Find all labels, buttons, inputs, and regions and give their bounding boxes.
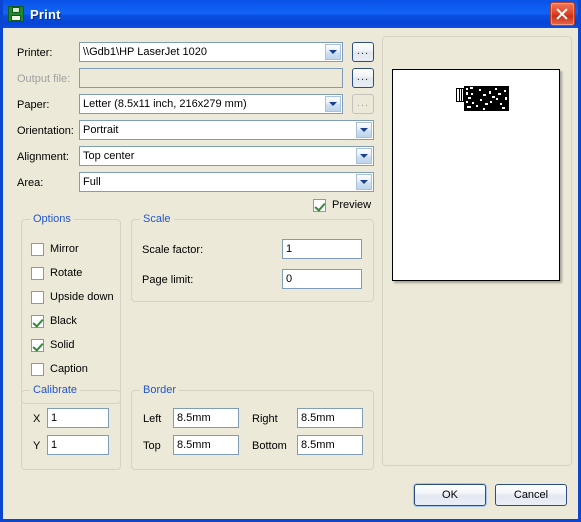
border-group-legend: Border — [140, 384, 180, 396]
print-dialog-window: Print Printer: \\Gdb1\HP LaserJet 1020 .… — [0, 0, 581, 522]
border-bottom-label: Bottom — [252, 440, 287, 452]
orientation-value: Portrait — [83, 124, 119, 136]
scale-group: Scale Scale factor: 1 Page limit: 0 — [131, 213, 374, 302]
paper-browse-button: ... — [352, 94, 374, 114]
output-file-input[interactable] — [79, 68, 343, 88]
preview-page — [392, 69, 560, 281]
paper-combobox[interactable]: Letter (8.5x11 inch, 216x279 mm) — [79, 94, 343, 114]
calibrate-y-label: Y — [33, 440, 41, 452]
preview-thumb-strip — [456, 88, 464, 102]
option-label: Black — [50, 315, 77, 327]
option-rotate[interactable]: Rotate — [31, 265, 82, 281]
printer-combobox[interactable]: \\Gdb1\HP LaserJet 1020 — [79, 42, 343, 62]
area-label: Area: — [17, 177, 44, 189]
calibrate-group-legend: Calibrate — [30, 384, 81, 396]
dialog-client-area: Printer: \\Gdb1\HP LaserJet 1020 ... Out… — [3, 28, 578, 519]
ok-button[interactable]: OK — [414, 484, 486, 506]
option-solid[interactable]: Solid — [31, 337, 74, 353]
paper-value: Letter (8.5x11 inch, 216x279 mm) — [83, 98, 247, 110]
options-group-legend: Options — [30, 213, 74, 225]
checkbox-box[interactable] — [31, 266, 44, 280]
option-caption[interactable]: Caption — [31, 361, 88, 377]
title-bar[interactable]: Print — [3, 0, 578, 29]
preview-checkbox[interactable]: Preview — [313, 197, 371, 213]
border-right-label: Right — [252, 413, 278, 425]
option-label: Upside down — [50, 291, 114, 303]
checkbox-box[interactable] — [31, 362, 44, 376]
calibrate-group: Calibrate X 1 Y 1 — [21, 384, 121, 470]
checkbox-box[interactable] — [31, 242, 44, 256]
printer-label: Printer: — [17, 47, 53, 59]
scale-factor-input[interactable]: 1 — [282, 239, 362, 259]
chevron-down-icon[interactable] — [325, 96, 341, 112]
checkbox-box[interactable] — [31, 338, 44, 352]
output-file-browse-button[interactable]: ... — [352, 68, 374, 88]
chevron-down-icon[interactable] — [356, 148, 372, 164]
border-left-input[interactable]: 8.5mm — [173, 408, 239, 428]
checkbox-box[interactable] — [31, 290, 44, 304]
calibrate-y-input[interactable]: 1 — [47, 435, 109, 455]
orientation-combobox[interactable]: Portrait — [79, 120, 374, 140]
calibrate-x-label: X — [33, 413, 41, 425]
option-upside-down[interactable]: Upside down — [31, 289, 114, 305]
chevron-down-icon[interactable] — [325, 44, 341, 60]
printer-value: \\Gdb1\HP LaserJet 1020 — [83, 46, 207, 58]
title-bar-buttons — [550, 2, 575, 26]
output-file-label: Output file: — [17, 73, 71, 85]
option-black[interactable]: Black — [31, 313, 77, 329]
border-right-input[interactable]: 8.5mm — [297, 408, 363, 428]
close-icon[interactable] — [550, 2, 575, 26]
area-value: Full — [83, 176, 101, 188]
option-label: Caption — [50, 363, 88, 375]
options-group: Options Mirror Rotate Upside down Black … — [21, 213, 121, 404]
alignment-combobox[interactable]: Top center — [79, 146, 374, 166]
printer-browse-button[interactable]: ... — [352, 42, 374, 62]
border-bottom-input[interactable]: 8.5mm — [297, 435, 363, 455]
scale-group-legend: Scale — [140, 213, 174, 225]
paper-label: Paper: — [17, 99, 50, 111]
chevron-down-icon[interactable] — [356, 122, 372, 138]
preview-panel — [382, 36, 572, 466]
option-label: Solid — [50, 339, 75, 351]
checkbox-box[interactable] — [313, 198, 326, 212]
border-top-input[interactable]: 8.5mm — [173, 435, 239, 455]
window-title: Print — [30, 6, 61, 22]
calibrate-x-input[interactable]: 1 — [47, 408, 109, 428]
preview-checkbox-label: Preview — [332, 199, 372, 211]
page-limit-label: Page limit: — [142, 274, 194, 286]
orientation-label: Orientation: — [17, 125, 74, 137]
option-label: Mirror — [50, 243, 79, 255]
alignment-label: Alignment: — [17, 151, 69, 163]
border-top-label: Top — [143, 440, 161, 452]
option-mirror[interactable]: Mirror — [31, 241, 79, 257]
alignment-value: Top center — [83, 150, 135, 162]
cancel-button[interactable]: Cancel — [495, 484, 567, 506]
option-label: Rotate — [50, 267, 83, 279]
chevron-down-icon[interactable] — [356, 174, 372, 190]
page-limit-input[interactable]: 0 — [282, 269, 362, 289]
scale-factor-label: Scale factor: — [142, 244, 204, 256]
area-combobox[interactable]: Full — [79, 172, 374, 192]
border-group: Border Left 8.5mm Right 8.5mm Top 8.5mm … — [131, 384, 374, 470]
checkbox-box[interactable] — [31, 314, 44, 328]
printer-floppy-icon — [8, 6, 24, 22]
border-left-label: Left — [143, 413, 162, 425]
preview-thumbnail — [464, 86, 509, 111]
